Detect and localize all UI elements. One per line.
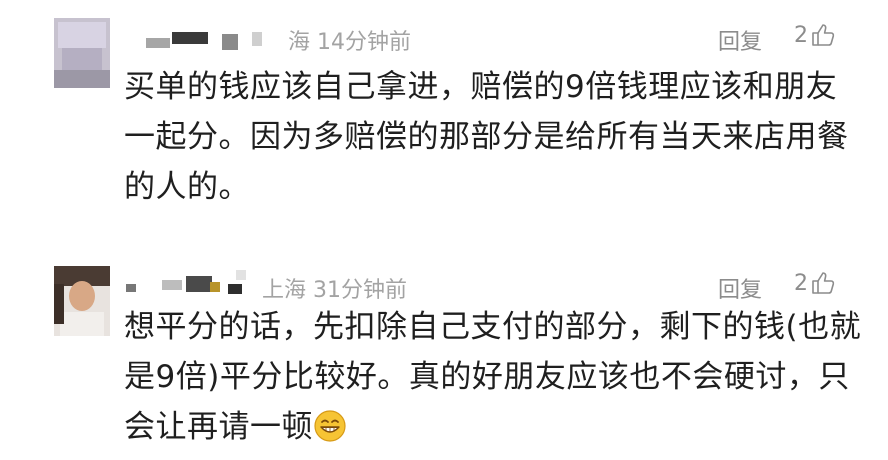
- comment-text: 想平分的话，先扣除自己支付的部分，剩下的钱(也就是9倍)平分比较好。真的好朋友应…: [124, 309, 862, 445]
- username-blurred[interactable]: [136, 24, 276, 50]
- thumbs-up-icon: [812, 24, 835, 46]
- like-count: 2: [794, 22, 808, 48]
- like-button[interactable]: 2: [794, 22, 836, 48]
- location-time: 海 14分钟前: [288, 30, 411, 55]
- like-count: 2: [794, 270, 808, 296]
- comment-item: 上海 31分钟前 回复 2 想平分的话，先扣除自己支付的部分，剩下的钱(也就是9…: [0, 230, 888, 460]
- grinning-face-emoji-icon: [314, 410, 346, 442]
- comment-item: 海 14分钟前 回复 2 买单的钱应该自己拿进，赔偿的9倍钱理应该和朋友一起分。…: [0, 0, 888, 230]
- reply-button[interactable]: 回复: [718, 272, 762, 304]
- like-button[interactable]: 2: [794, 270, 836, 296]
- thumbs-up-icon: [812, 272, 835, 294]
- location-time: 上海 31分钟前: [262, 278, 407, 303]
- avatar[interactable]: [54, 18, 110, 88]
- comment-text: 买单的钱应该自己拿进，赔偿的9倍钱理应该和朋友一起分。因为多赔偿的那部分是给所有…: [124, 69, 849, 205]
- avatar[interactable]: [54, 266, 110, 336]
- username-blurred[interactable]: [126, 270, 262, 294]
- comment-text-container: 想平分的话，先扣除自己支付的部分，剩下的钱(也就是9倍)平分比较好。真的好朋友应…: [124, 302, 864, 452]
- reply-button[interactable]: 回复: [718, 24, 762, 56]
